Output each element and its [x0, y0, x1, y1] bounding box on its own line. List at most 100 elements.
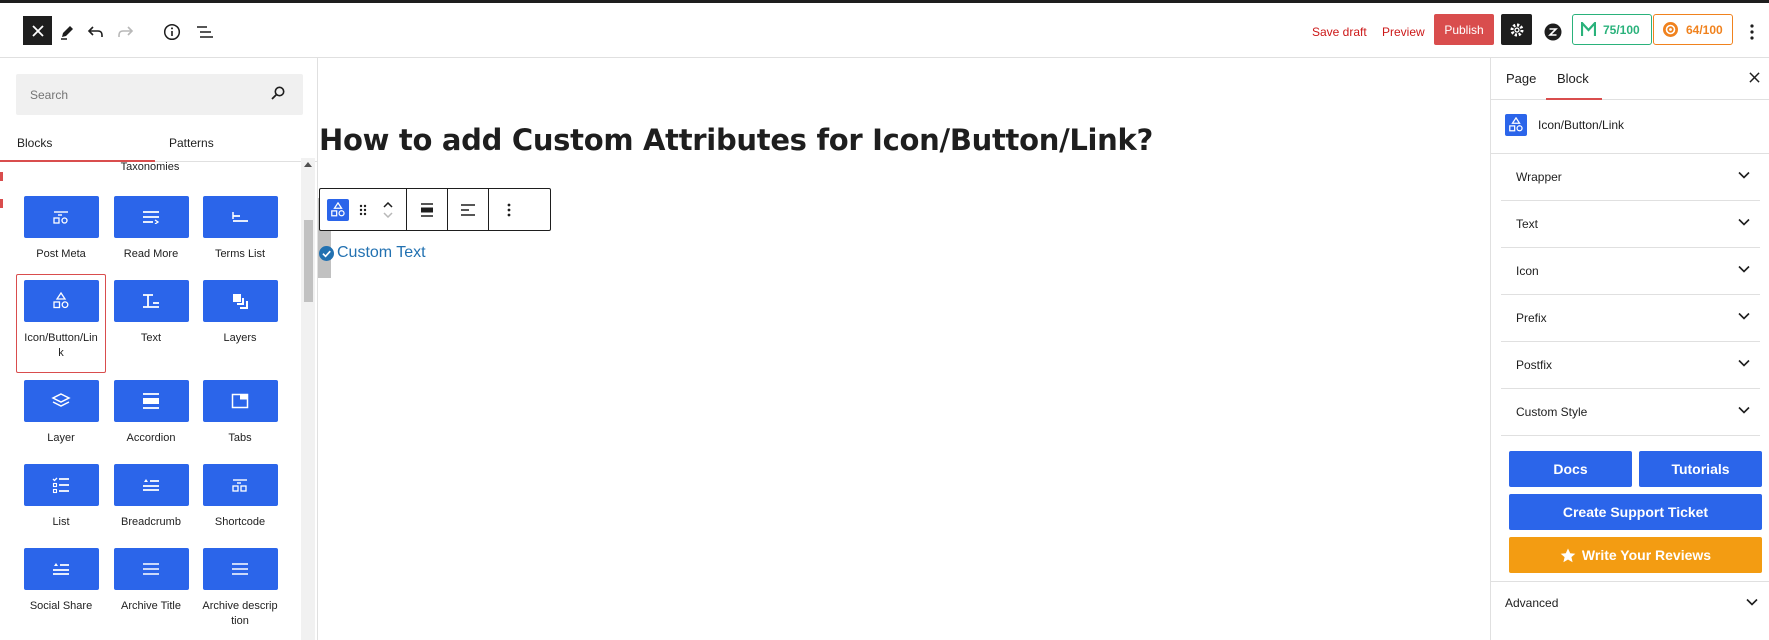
details-button[interactable] [158, 18, 186, 46]
block-type-badge [327, 198, 349, 221]
panel-wrapper[interactable]: Wrapper [1501, 154, 1760, 201]
tab-page[interactable]: Page [1506, 71, 1536, 86]
close-inserter-button[interactable] [23, 16, 52, 45]
icon-button-link-icon [331, 201, 345, 216]
seo-logo-icon [1581, 22, 1596, 36]
write-review-button[interactable]: Write Your Reviews [1509, 537, 1762, 573]
chevron-down-icon [1738, 218, 1750, 226]
panel-custom-style[interactable]: Custom Style [1501, 389, 1760, 436]
publish-button[interactable]: Publish [1434, 14, 1494, 45]
panel-label: Wrapper [1516, 170, 1562, 184]
block-layers[interactable]: Layers [202, 280, 278, 346]
block-shortcode[interactable]: Shortcode [202, 464, 278, 530]
text-icon [143, 294, 159, 308]
block-social-share[interactable]: Social Share [23, 548, 99, 614]
list-icon [52, 477, 69, 494]
plugin-button[interactable] [1539, 18, 1567, 46]
panel-label: Text [1516, 217, 1539, 231]
text-align-button[interactable] [448, 189, 488, 230]
block-text[interactable]: Text [113, 280, 189, 346]
block-archive-description[interactable]: Archive description [202, 548, 278, 629]
tools-button[interactable] [53, 18, 81, 46]
list-view-button[interactable] [191, 18, 219, 46]
block-type-button[interactable] [320, 189, 356, 230]
docs-button[interactable]: Docs [1509, 451, 1632, 487]
block-card-title: Icon/Button/Link [1538, 118, 1625, 132]
panel-prefix[interactable]: Prefix [1501, 295, 1760, 342]
panel-text[interactable]: Text [1501, 201, 1760, 248]
options-button[interactable] [1738, 18, 1766, 46]
block-archive-title[interactable]: Archive Title [113, 548, 189, 614]
block-card-badge [1505, 114, 1527, 136]
search-icon[interactable] [271, 86, 285, 105]
social-share-icon [53, 563, 69, 575]
custom-text-label[interactable]: Custom Text [337, 244, 426, 262]
block-search-input[interactable] [16, 74, 256, 115]
page-title[interactable]: How to add Custom Attributes for Icon/Bu… [319, 123, 1153, 157]
panel-advanced[interactable]: Advanced [1491, 581, 1769, 631]
panel-postfix[interactable]: Postfix [1501, 342, 1760, 389]
check-circle-icon [319, 245, 334, 261]
chevron-down-icon[interactable] [383, 211, 393, 218]
terms-list-icon [232, 212, 248, 222]
chevron-down-icon [1738, 171, 1750, 179]
undo-icon [87, 26, 103, 37]
panel-icon[interactable]: Icon [1501, 248, 1760, 295]
readability-score-button[interactable]: 64/100 [1653, 14, 1733, 45]
category-heading: Taxonomies [120, 161, 180, 173]
chevron-down-icon [1738, 265, 1750, 273]
layers-icon [233, 294, 248, 309]
scrollbar-thumb[interactable] [304, 220, 313, 302]
icon-button-link-icon [53, 292, 69, 309]
tab-blocks[interactable]: Blocks [17, 136, 52, 150]
panel-label: Advanced [1505, 596, 1559, 610]
archive-title-icon [143, 563, 159, 575]
block-tabs[interactable]: Tabs [202, 380, 278, 446]
drag-handle[interactable] [356, 189, 370, 230]
block-options-button[interactable] [489, 189, 529, 230]
block-list[interactable]: List [23, 464, 99, 530]
post-meta-icon [53, 211, 68, 224]
block-icon-button-link[interactable]: Icon/Button/Link [23, 280, 99, 361]
align-wide-icon [421, 202, 433, 217]
block-read-more[interactable]: Read More [113, 196, 189, 262]
panel-label: Prefix [1516, 311, 1547, 325]
layer-icon [51, 393, 71, 407]
undo-button[interactable] [82, 18, 110, 46]
seo-score-button[interactable]: 75/100 [1572, 14, 1652, 45]
block-layer[interactable]: Layer [23, 380, 99, 446]
archive-description-icon [232, 563, 248, 575]
block-post-meta[interactable]: Post Meta [23, 196, 99, 262]
redo-button[interactable] [111, 18, 139, 46]
search-box [16, 74, 303, 115]
save-draft-button[interactable]: Save draft [1312, 25, 1367, 39]
tab-patterns[interactable]: Patterns [169, 136, 214, 150]
star-icon [1560, 548, 1576, 562]
redo-icon [118, 26, 134, 37]
preview-button[interactable]: Preview [1382, 25, 1425, 39]
scroll-up-arrow-icon[interactable] [304, 162, 312, 167]
block-width-button[interactable] [407, 189, 447, 230]
chevron-up-icon[interactable] [383, 201, 393, 208]
icon-button-link-block[interactable]: Custom Text [319, 244, 426, 262]
tab-block[interactable]: Block [1557, 71, 1589, 86]
editor-top-toolbar: Save draft Preview Publish 75/100 64/100 [0, 0, 1769, 58]
editor-canvas[interactable]: How to add Custom Attributes for Icon/Bu… [318, 58, 1490, 640]
gear-icon [1510, 23, 1523, 36]
settings-sidebar: Page Block Icon/Button/Link Wrapper Text… [1490, 58, 1769, 640]
block-breadcrumb[interactable]: Breadcrumb [113, 464, 189, 530]
breadcrumb-icon [143, 479, 159, 491]
move-buttons[interactable] [376, 189, 400, 230]
settings-button[interactable] [1501, 14, 1532, 45]
chevron-down-icon [1738, 359, 1750, 367]
seo-score-value: 75/100 [1603, 22, 1640, 37]
create-support-ticket-button[interactable]: Create Support Ticket [1509, 494, 1762, 530]
more-vertical-icon [507, 203, 511, 216]
inserter-tabs: Blocks Patterns [0, 130, 317, 162]
block-terms-list[interactable]: Terms List [202, 196, 278, 262]
tutorials-button[interactable]: Tutorials [1639, 451, 1762, 487]
align-left-icon [461, 203, 475, 216]
block-accordion[interactable]: Accordion [113, 380, 189, 446]
close-sidebar-button[interactable] [1749, 70, 1760, 88]
inserter-scrollbar[interactable] [301, 158, 315, 640]
